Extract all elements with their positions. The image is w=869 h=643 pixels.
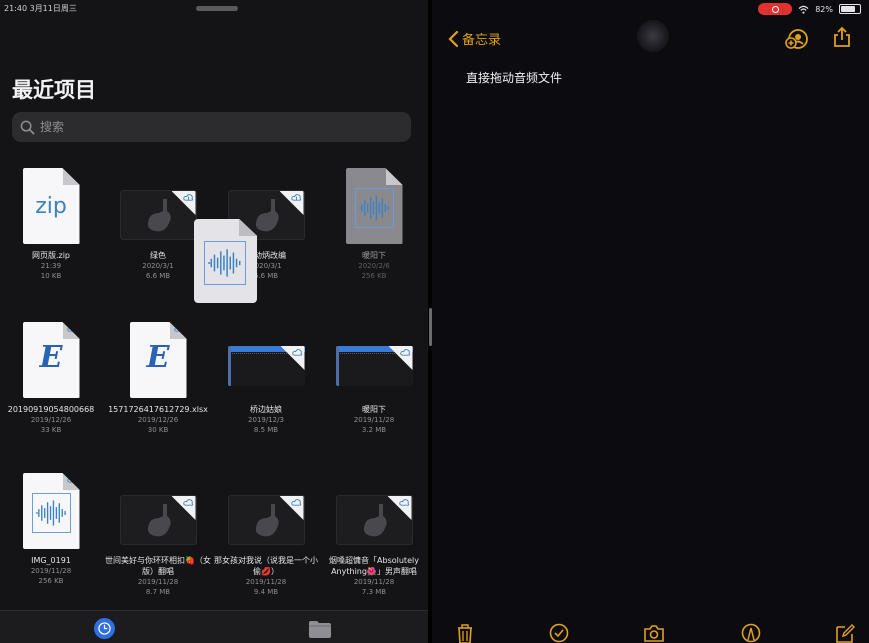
cloud-download-icon [291, 349, 302, 356]
file-item[interactable]: 暖阳下 2020/2/6 256 KB [319, 166, 429, 281]
file-size: 7.3 MB [361, 588, 387, 596]
file-item[interactable]: 世间美好与你环环相扣🍓（女版）翻唱 2019/11/28 8.7 MB [103, 471, 213, 597]
share-icon[interactable] [830, 25, 854, 49]
project-thumbnail [227, 346, 305, 386]
tab-bar [0, 610, 428, 643]
file-name: 烟嗓超慵音「Absolutely Anything🌺」男声翻唱 [329, 556, 419, 576]
trash-icon[interactable] [454, 623, 476, 643]
status-bar-right: 82% [758, 3, 861, 15]
excel-file-icon: E [22, 322, 80, 398]
back-button[interactable]: 备忘录 [448, 29, 501, 48]
file-name: 那女孩对我说（说我是一个小偷💋） [214, 556, 318, 576]
camera-icon[interactable] [643, 623, 665, 643]
search-bar[interactable] [12, 112, 411, 142]
file-name: 桥边姑娘 [250, 405, 282, 414]
screen-recording-indicator[interactable] [758, 3, 793, 15]
checklist-icon[interactable] [548, 623, 570, 643]
cloud-download-icon [66, 325, 77, 332]
cloud-download-icon [398, 499, 409, 506]
file-item[interactable]: 烟嗓超慵音「Absolutely Anything🌺」男声翻唱 2019/11/… [319, 471, 429, 597]
garageband-icon [119, 190, 197, 240]
add-people-icon[interactable] [785, 27, 809, 51]
audio-file-icon [22, 473, 80, 549]
file-date: 2019/12/3 [248, 416, 284, 424]
file-size: 256 KB [38, 577, 64, 585]
file-name: 世间美好与你环环相扣🍓（女版）翻唱 [105, 556, 211, 576]
file-size: 9.4 MB [253, 588, 279, 596]
garageband-icon [119, 495, 197, 545]
page-title: 最近项目 [12, 78, 96, 102]
file-date: 2019/11/28 [30, 567, 72, 575]
file-name: IMG_0191 [31, 556, 71, 565]
file-date: 2019/11/28 [353, 578, 395, 586]
dragged-audio-file[interactable] [194, 219, 257, 303]
status-time-date: 21:40 3月11日周三 [4, 4, 77, 13]
file-size: 33 KB [40, 426, 62, 434]
tab-recents[interactable] [94, 618, 115, 639]
file-item[interactable]: E 20190919054800668 2019/12/26 33 KB [0, 320, 106, 435]
search-input[interactable] [40, 120, 380, 134]
excel-file-icon: E [129, 322, 187, 398]
file-size: 10 KB [40, 272, 62, 280]
file-name: 暖阳下 [362, 251, 386, 260]
file-date: 2019/11/28 [353, 416, 395, 424]
file-date: 2019/11/28 [137, 578, 179, 586]
wifi-icon [798, 5, 809, 14]
garageband-icon [227, 495, 305, 545]
cloud-download-icon [399, 349, 410, 356]
zip-file-icon: zip [22, 168, 80, 244]
audio-file-icon [345, 168, 403, 244]
file-item[interactable]: E 1571726417612729.xlsx 2019/12/26 30 KB [103, 320, 213, 435]
file-item[interactable]: 桥边姑娘 2019/12/3 8.5 MB [211, 320, 321, 435]
file-name: 1571726417612729.xlsx [108, 405, 208, 414]
file-size: 256 KB [361, 272, 387, 280]
folder-icon[interactable] [308, 619, 332, 639]
cloud-download-icon [290, 194, 301, 201]
file-name: 暖阳下 [362, 405, 386, 414]
file-date: 2020/2/6 [358, 262, 390, 270]
battery-percent: 82% [815, 4, 833, 14]
files-app-pane: 21:40 3月11日周三 最近项目 zip 网页版.zip 21:39 10 … [0, 0, 428, 643]
cloud-download-icon [182, 194, 193, 201]
note-body[interactable]: 直接拖动音频文件 [466, 69, 562, 86]
cloud-download-icon [182, 499, 193, 506]
multitasking-grabber[interactable] [196, 6, 238, 11]
cloud-download-icon [290, 499, 301, 506]
notes-app-pane [432, 0, 869, 643]
camera-cutout [637, 20, 669, 52]
file-item[interactable]: zip 网页版.zip 21:39 10 KB [0, 166, 106, 281]
cloud-download-icon [66, 476, 77, 483]
file-item[interactable]: 那女孩对我说（说我是一个小偷💋） 2019/11/28 9.4 MB [211, 471, 321, 597]
file-date: 2019/12/26 [30, 416, 72, 424]
file-item[interactable]: 暖阳下 2019/11/28 3.2 MB [319, 320, 429, 435]
clock-icon [98, 622, 111, 635]
file-date: 2019/11/28 [245, 578, 287, 586]
file-size: 30 KB [147, 426, 169, 434]
markup-pen-icon[interactable] [740, 623, 762, 643]
file-item[interactable]: IMG_0191 2019/11/28 256 KB [0, 471, 106, 586]
project-thumbnail [335, 346, 413, 386]
chevron-left-icon [448, 30, 459, 47]
battery-icon [839, 4, 861, 14]
cloud-download-icon [173, 325, 184, 332]
back-label: 备忘录 [462, 33, 502, 48]
file-size: 8.5 MB [253, 426, 279, 434]
file-size: 3.2 MB [361, 426, 387, 434]
file-date: 2019/12/26 [137, 416, 179, 424]
compose-icon[interactable] [834, 623, 856, 643]
search-icon [20, 120, 35, 134]
file-name: 20190919054800668 [7, 405, 95, 414]
file-name: 网页版.zip [31, 251, 71, 260]
garageband-icon [335, 495, 413, 545]
file-date: 21:39 [40, 262, 62, 270]
file-size: 8.7 MB [145, 588, 171, 596]
